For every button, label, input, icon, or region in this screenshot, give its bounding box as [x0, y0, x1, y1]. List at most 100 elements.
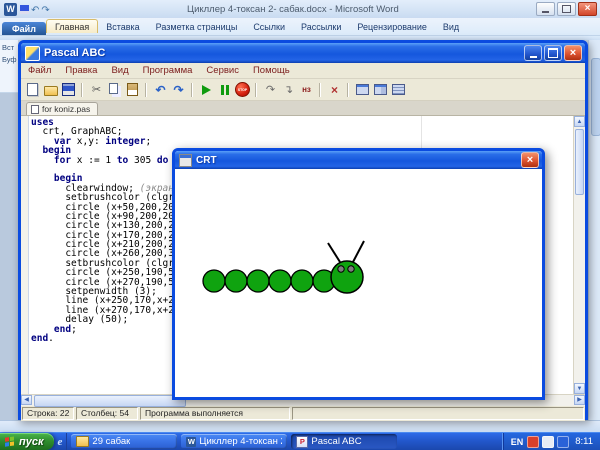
save-icon[interactable] — [60, 81, 77, 98]
desktop: W Цикллер 4-токсан 2- сабак.docx - Micro… — [0, 0, 600, 450]
word-scrollbar[interactable] — [588, 40, 600, 420]
undo-icon[interactable] — [31, 0, 39, 18]
folder-icon — [76, 436, 89, 447]
ribbon-tab-row: Файл ГлавнаяВставкаРазметка страницыСсыл… — [0, 18, 600, 36]
toolbar-separator — [145, 83, 147, 97]
taskbar-button-2[interactable]: Цикллер 4-токсан 2... — [181, 434, 287, 449]
ribbon-tab-7[interactable]: Вид — [435, 20, 467, 33]
internet-explorer-icon[interactable] — [58, 436, 63, 448]
language-indicator[interactable]: EN — [511, 437, 524, 447]
pause-icon[interactable] — [216, 81, 233, 98]
pascal-menubar: ФайлПравкаВидПрограммаСервисПомощь — [21, 63, 585, 79]
word-title: Цикллер 4-токсан 2- сабак.docx - Microso… — [50, 4, 536, 15]
start-label: пуск — [19, 436, 44, 448]
system-tray: EN 8:11 — [502, 433, 600, 450]
taskbar-buttons: 29 сабак Цикллер 4-токсан 2... Pascal ABC — [67, 433, 399, 450]
quick-access-toolbar — [20, 0, 50, 18]
scroll-left-arrow[interactable]: ◀ — [21, 395, 32, 405]
ribbon-tab-3[interactable]: Разметка страницы — [148, 20, 246, 33]
save-icon[interactable] — [20, 5, 29, 14]
step-in-icon[interactable] — [280, 81, 297, 98]
close-button[interactable] — [564, 45, 582, 61]
ribbon-tab-file[interactable]: Файл — [2, 22, 46, 35]
scroll-up-arrow[interactable]: ▲ — [574, 116, 585, 127]
ribbon-tab-5[interactable]: Рассылки — [293, 20, 349, 33]
taskbar-button-label: Pascal ABC — [311, 436, 361, 447]
scroll-right-arrow[interactable]: ▶ — [574, 395, 585, 405]
close-icon[interactable] — [326, 81, 343, 98]
start-button[interactable]: пуск — [0, 433, 54, 450]
cut-icon[interactable] — [88, 81, 105, 98]
word-scrollbar-thumb[interactable] — [591, 58, 600, 136]
pascal-toolbar — [21, 79, 585, 101]
new-icon[interactable] — [24, 81, 41, 98]
crt-canvas-area — [175, 169, 542, 397]
crt-window-icon — [179, 154, 192, 167]
word-app-icon[interactable]: W — [4, 3, 17, 16]
close-button[interactable] — [578, 2, 597, 16]
scroll-thumb[interactable] — [34, 395, 186, 407]
toolbar-separator — [191, 83, 193, 97]
ribbon-tab-2[interactable]: Вставка — [98, 20, 147, 33]
ribbon-tab-6[interactable]: Рецензирование — [349, 20, 435, 33]
toolbar-separator — [81, 83, 83, 97]
crt-titlebar[interactable]: CRT — [175, 151, 542, 169]
minimize-button[interactable] — [536, 2, 555, 16]
maximize-button[interactable] — [544, 45, 562, 61]
pascal-title: Pascal ABC — [44, 47, 520, 59]
step-icon[interactable] — [262, 81, 279, 98]
ribbon-tab-4[interactable]: Ссылки — [245, 20, 293, 33]
menu-item-5[interactable]: Сервис — [199, 65, 246, 76]
caterpillar-drawing — [175, 169, 542, 397]
menu-item-3[interactable]: Вид — [104, 65, 135, 76]
editor-vscrollbar[interactable]: ▲ ▼ — [573, 116, 585, 394]
pascal-abc-icon — [25, 46, 40, 61]
taskbar-button-label: Цикллер 4-токсан 2... — [199, 436, 282, 447]
pascal-window-buttons — [524, 45, 582, 61]
undo-icon[interactable] — [152, 81, 169, 98]
ribbon-fragment: Вст — [0, 40, 18, 52]
tray-icon-red[interactable] — [527, 436, 539, 448]
stop-icon[interactable] — [234, 81, 251, 98]
taskbar-button-1[interactable]: 29 сабак — [71, 434, 177, 449]
crt-title: CRT — [196, 155, 517, 166]
minimize-button[interactable] — [524, 45, 542, 61]
crt-close-button[interactable] — [521, 152, 539, 168]
tray-icon-white[interactable] — [542, 436, 554, 448]
open-icon[interactable] — [42, 81, 59, 98]
win-list-icon[interactable] — [390, 81, 407, 98]
crt-window: CRT — [172, 148, 545, 400]
tray-icons — [527, 436, 569, 448]
taskbar-button-label: 29 сабак — [92, 436, 130, 447]
clock[interactable]: 8:11 — [575, 436, 593, 447]
doc-tab[interactable]: for koniz.pas — [26, 102, 98, 115]
toolbar-separator — [319, 83, 321, 97]
tray-icon-blue[interactable] — [557, 436, 569, 448]
redo-icon[interactable] — [41, 0, 49, 18]
win-tile-icon[interactable] — [372, 81, 389, 98]
restore-button[interactable] — [557, 2, 576, 16]
win-cascade-icon[interactable] — [354, 81, 371, 98]
pascal-statusbar: Строка: 22 Столбец: 54 Программа выполня… — [21, 406, 585, 421]
scroll-down-arrow[interactable]: ▼ — [574, 383, 585, 394]
scroll-thumb[interactable] — [575, 129, 584, 195]
status-spacer — [292, 407, 584, 420]
redo-icon[interactable] — [170, 81, 187, 98]
status-line: Строка: 22 — [22, 407, 74, 420]
menu-item-4[interactable]: Программа — [136, 65, 200, 76]
menu-item-2[interactable]: Правка — [58, 65, 104, 76]
copy-icon[interactable] — [106, 81, 123, 98]
menu-item-6[interactable]: Помощь — [246, 65, 297, 76]
ribbon-left-remnant: Вст Буф — [0, 40, 18, 93]
windows-logo-icon — [5, 436, 15, 447]
run-icon[interactable] — [198, 81, 215, 98]
ribbon-fragment: Буф — [0, 52, 18, 64]
menu-item-1[interactable]: Файл — [21, 65, 58, 76]
taskbar-button-3[interactable]: Pascal ABC — [291, 434, 397, 449]
toolbar-separator — [255, 83, 257, 97]
pascal-titlebar[interactable]: Pascal ABC — [21, 43, 585, 63]
paste-icon[interactable] — [124, 81, 141, 98]
pascal-icon — [296, 436, 308, 448]
values-icon[interactable] — [298, 81, 315, 98]
ribbon-tab-1[interactable]: Главная — [46, 19, 98, 33]
